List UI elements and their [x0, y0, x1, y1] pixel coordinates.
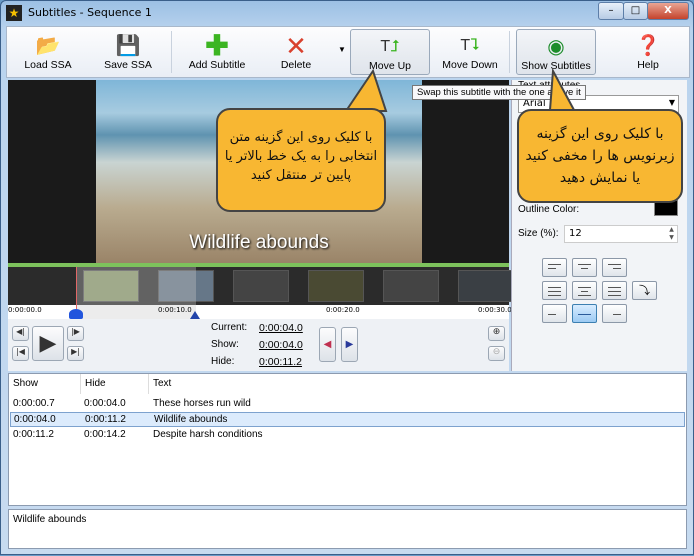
- subtitles-window: ★ Subtitles - Sequence 1 – □ X 📂 Load SSA…: [0, 0, 694, 555]
- callout-pointer-move-up: [344, 68, 388, 112]
- callout-pointers: [344, 67, 583, 124]
- callout-move-up: با کلیک روی این گزینه متن انتخابی را به …: [216, 108, 386, 212]
- callout-show-subtitles: با کلیک روی این گزینه زیرنویس ها را مخفی…: [517, 109, 683, 203]
